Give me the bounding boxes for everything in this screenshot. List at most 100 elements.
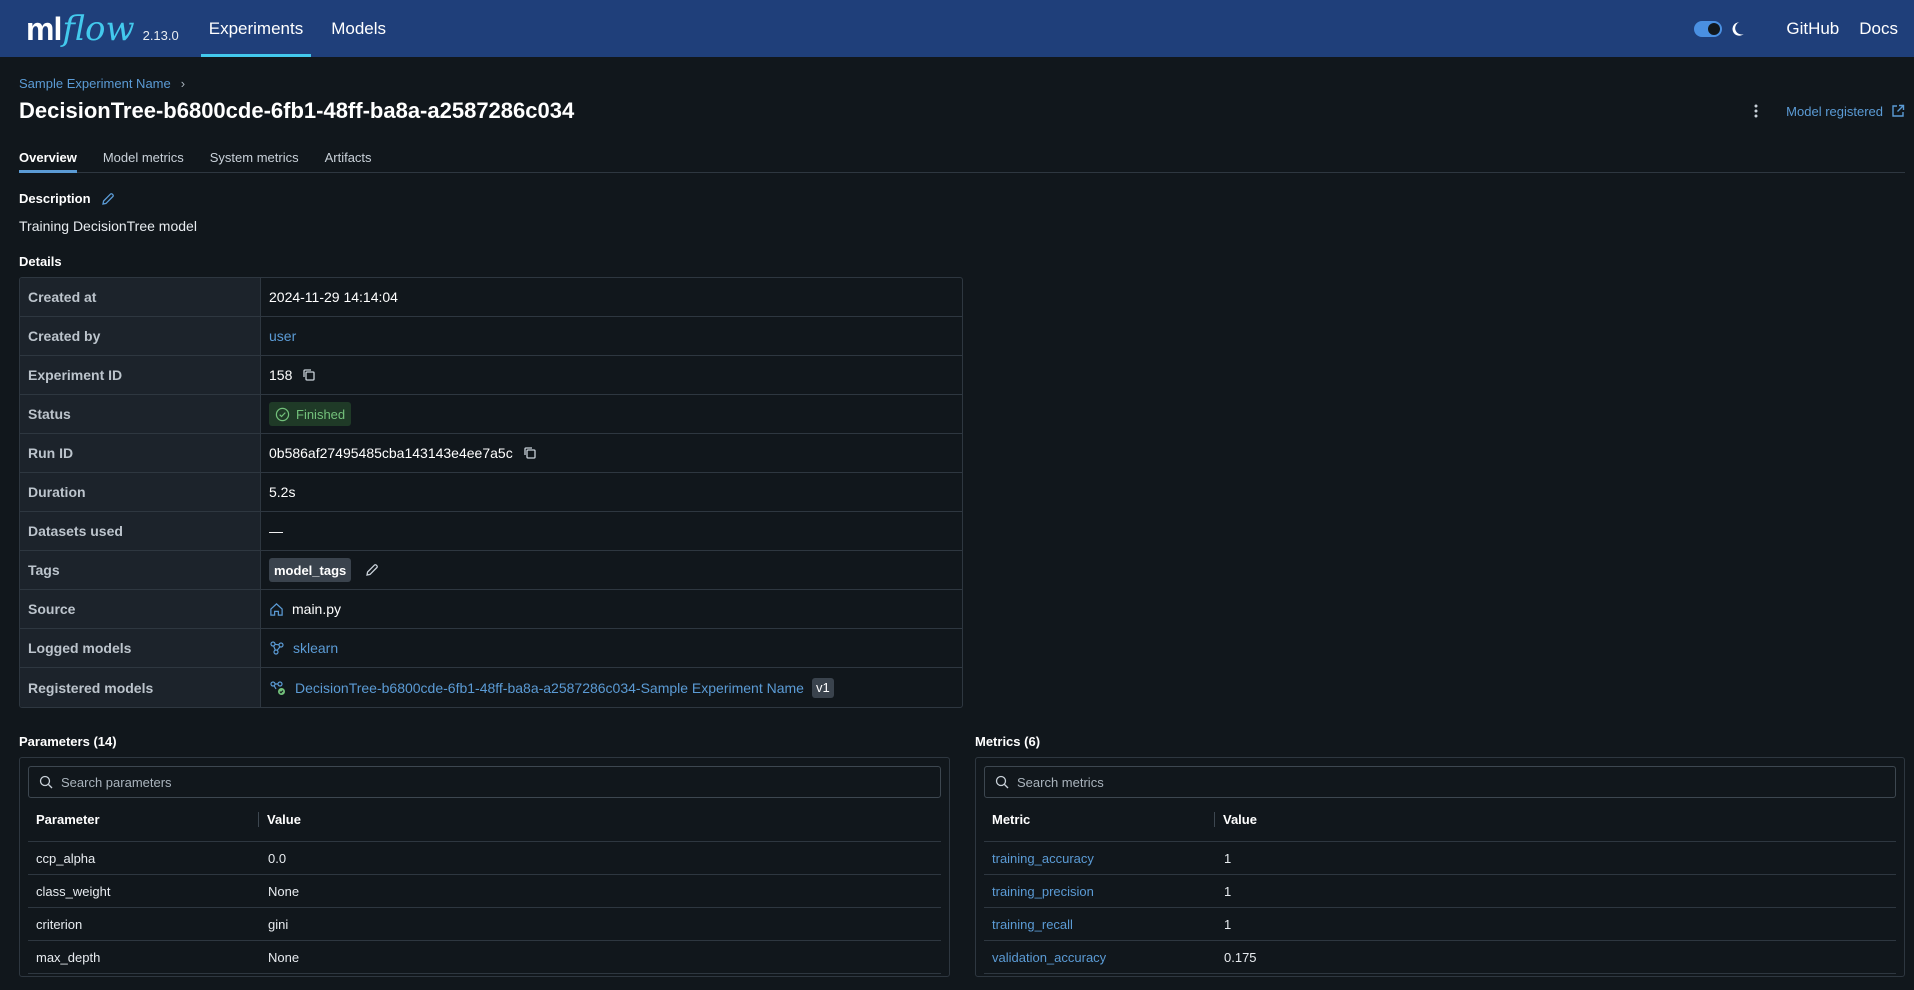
metric-name-link[interactable]: training_accuracy (984, 851, 1215, 866)
external-link-icon (1892, 104, 1905, 117)
metric-name-link[interactable]: validation_accuracy (984, 950, 1215, 965)
details-key: Tags (20, 551, 261, 589)
metric-value: 1 (1224, 850, 1232, 866)
nav-experiments[interactable]: Experiments (200, 0, 312, 57)
copy-icon[interactable] (302, 368, 316, 382)
source-cell: main.py (261, 590, 962, 628)
copy-icon[interactable] (523, 446, 537, 460)
main-nav: Experiments Models (200, 0, 406, 57)
registered-models-cell: DecisionTree-b6800cde-6fb1-48ff-ba8a-a25… (261, 668, 962, 707)
check-circle-icon (275, 407, 290, 421)
run-tabs: Overview Model metrics System metrics Ar… (19, 140, 1905, 173)
tab-system-metrics[interactable]: System metrics (210, 140, 299, 172)
metrics-title: Metrics (6) (975, 734, 1041, 749)
dark-mode-toggle[interactable] (1694, 20, 1723, 37)
table-row: ccp_alpha 0.0 (28, 842, 941, 875)
mlflow-logo[interactable]: ml flow 2.13.0 (26, 9, 179, 49)
home-icon (270, 602, 283, 616)
value-column-header[interactable]: Value (259, 812, 301, 827)
param-name: class_weight (36, 883, 111, 899)
metric-value: 1 (1224, 883, 1232, 899)
duration-value: 5.2s (269, 484, 296, 500)
created-by-link[interactable]: user (269, 328, 296, 344)
tab-artifacts[interactable]: Artifacts (325, 140, 372, 172)
metrics-search[interactable] (984, 766, 1896, 798)
metric-name-link[interactable]: training_recall (984, 917, 1215, 932)
tag-chip[interactable]: model_tags (269, 558, 352, 582)
details-row-experiment-id: Experiment ID 158 (20, 356, 962, 395)
github-link[interactable]: GitHub (1786, 19, 1839, 39)
model-version-badge[interactable]: v1 (811, 677, 834, 698)
param-name: max_depth (36, 949, 101, 965)
moon-icon (1732, 21, 1745, 36)
logged-models-cell: sklearn (261, 629, 962, 667)
status-cell: Finished (261, 395, 962, 433)
metrics-table-header: Metric Value (984, 798, 1896, 842)
details-key: Datasets used (20, 512, 261, 550)
details-row-registered-models: Registered models DecisionTree-b6800cde-… (20, 668, 962, 707)
tab-overview[interactable]: Overview (19, 140, 77, 173)
tab-model-metrics[interactable]: Model metrics (103, 140, 184, 172)
kebab-menu-icon (1754, 104, 1758, 118)
metric-value: 0.175 (1224, 949, 1257, 965)
model-registered-link[interactable]: Model registered (1786, 104, 1905, 119)
more-options-button[interactable] (1746, 101, 1766, 121)
breadcrumb-separator: › (180, 76, 186, 91)
details-key: Experiment ID (20, 356, 261, 394)
param-value: gini (268, 916, 289, 932)
logo-flow-text: flow (62, 8, 135, 49)
run-id-value: 0b586af27495485cba143143e4ee7a5c (269, 445, 513, 461)
source-value[interactable]: main.py (292, 601, 341, 617)
details-key: Registered models (20, 668, 261, 707)
top-right-controls: GitHub Docs (1694, 19, 1898, 39)
logged-model-link[interactable]: sklearn (293, 640, 338, 656)
tags-cell: model_tags (261, 551, 962, 589)
details-row-datasets-used: Datasets used — (20, 512, 962, 551)
search-icon (39, 775, 53, 789)
details-row-created-at: Created at 2024-11-29 14:14:04 (20, 278, 962, 317)
parameters-search[interactable] (28, 766, 941, 798)
datasets-used-value: — (269, 523, 283, 539)
param-value: 0.0 (268, 850, 287, 866)
table-row: training_precision 1 (984, 875, 1896, 908)
metric-name-link[interactable]: training_precision (984, 884, 1215, 899)
details-row-tags: Tags model_tags (20, 551, 962, 590)
metrics-box: Metric Value training_accuracy 1 trainin… (975, 757, 1905, 977)
run-page-content: Sample Experiment Name › DecisionTree-b6… (0, 57, 1914, 977)
registered-model-link[interactable]: DecisionTree-b6800cde-6fb1-48ff-ba8a-a25… (295, 680, 804, 696)
value-column-header[interactable]: Value (1215, 812, 1257, 827)
param-name: criterion (36, 916, 83, 932)
created-at-value: 2024-11-29 14:14:04 (269, 289, 398, 305)
breadcrumb-experiment-link[interactable]: Sample Experiment Name (19, 76, 171, 91)
parameters-box: Parameter Value ccp_alpha 0.0 class_weig… (19, 757, 950, 977)
param-value: None (268, 949, 300, 965)
parameters-search-input[interactable] (61, 774, 940, 790)
param-name: ccp_alpha (36, 850, 96, 866)
details-row-source: Source main.py (20, 590, 962, 629)
created-by-cell: user (261, 317, 962, 355)
docs-link[interactable]: Docs (1859, 19, 1898, 39)
description-text: Training DecisionTree model (19, 218, 197, 234)
description-header: Description (19, 191, 1905, 206)
title-actions: Model registered (1746, 101, 1905, 121)
parameters-panel: Parameters (14) Parameter Value ccp_alph… (19, 734, 950, 977)
details-row-status: Status Finished (20, 395, 962, 434)
metrics-search-input[interactable] (1017, 774, 1895, 790)
table-row: training_accuracy 1 (984, 842, 1896, 875)
registered-model-icon (270, 680, 285, 695)
details-row-created-by: Created by user (20, 317, 962, 356)
description-label: Description (19, 191, 91, 206)
edit-tags-pencil-icon[interactable] (365, 563, 379, 577)
details-row-duration: Duration 5.2s (20, 473, 962, 512)
status-badge: Finished (269, 402, 352, 426)
page-title: DecisionTree-b6800cde-6fb1-48ff-ba8a-a25… (19, 98, 575, 123)
edit-description-pencil-icon[interactable] (101, 192, 115, 206)
metrics-panel: Metrics (6) Metric Value training_accura… (975, 734, 1905, 977)
details-table: Created at 2024-11-29 14:14:04 Created b… (19, 277, 963, 708)
metric-column-header[interactable]: Metric (984, 812, 1215, 827)
metric-value: 1 (1224, 916, 1232, 932)
nav-models[interactable]: Models (323, 0, 394, 57)
parameter-column-header[interactable]: Parameter (28, 812, 259, 827)
details-label: Details (19, 254, 62, 269)
params-metrics-panels: Parameters (14) Parameter Value ccp_alph… (19, 734, 1905, 977)
